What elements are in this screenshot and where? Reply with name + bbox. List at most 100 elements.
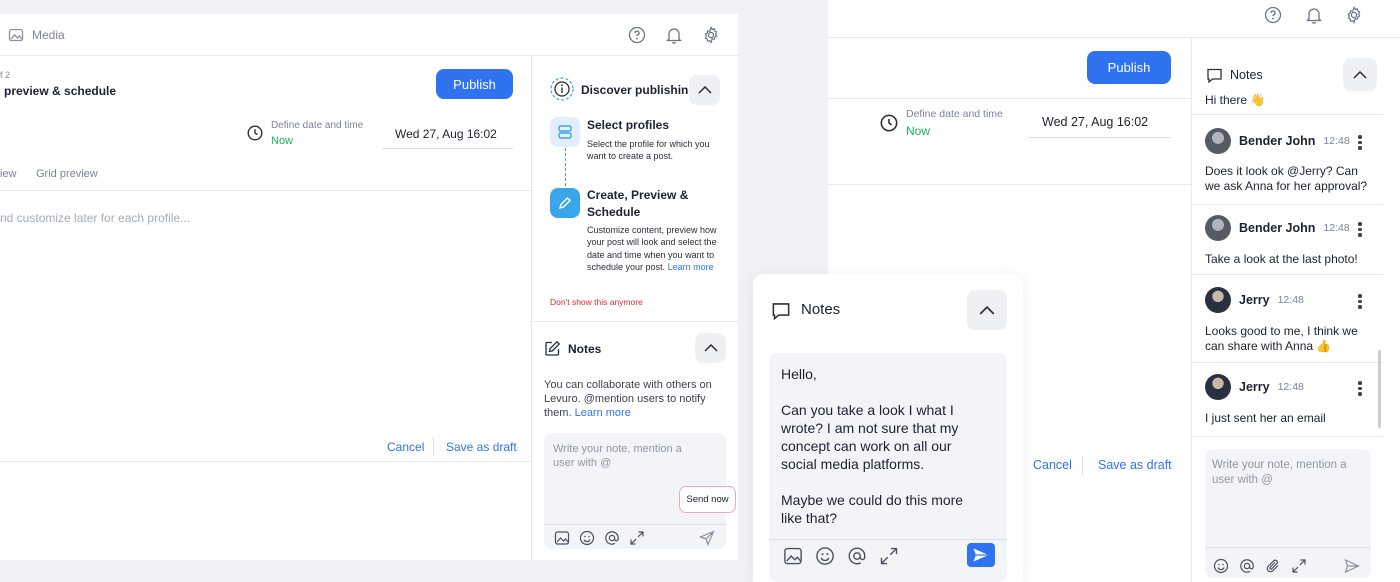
send-button[interactable]: [967, 543, 995, 567]
message-time: 12:48: [1277, 381, 1304, 393]
side-panel-border: [531, 56, 532, 560]
step-label: f 2: [0, 70, 11, 80]
help-icon[interactable]: [1264, 6, 1282, 24]
image-icon[interactable]: [554, 530, 570, 546]
discover-title: Discover publishing: [581, 83, 696, 97]
chevron-up-icon: [703, 344, 718, 352]
avatar: [1205, 128, 1231, 154]
popup-title: Notes: [801, 301, 841, 318]
notes-collapse-button[interactable]: [695, 333, 726, 363]
chevron-up-icon: [979, 305, 995, 314]
notes-title: Notes: [1230, 68, 1263, 82]
tab-grid-preview[interactable]: Grid preview: [36, 168, 98, 180]
mention-icon[interactable]: [1239, 558, 1255, 574]
comment-icon: [771, 301, 791, 321]
publish-button[interactable]: Publish: [1087, 51, 1171, 84]
chevron-up-icon: [697, 86, 712, 94]
discover-divider: [532, 321, 738, 322]
date-field[interactable]: Wed 27, Aug 16:02: [1028, 108, 1171, 138]
more-options-icon[interactable]: [1358, 379, 1362, 398]
section-divider: [828, 184, 1191, 185]
message-line: Can you take a look I what I wrote? I am…: [781, 402, 959, 472]
tab-preview[interactable]: iew: [0, 168, 17, 180]
step2-desc: Customize content, preview how your post…: [587, 224, 719, 273]
header-divider: [828, 98, 1191, 99]
send-icon[interactable]: [1344, 558, 1360, 574]
message-text: I just sent her an email: [1205, 411, 1326, 425]
message-author: Jerry: [1239, 380, 1270, 394]
notes-scrollbar[interactable]: [1378, 350, 1381, 428]
comment-icon: [1206, 67, 1223, 84]
note-message: Jerry 12:48: [1205, 287, 1304, 313]
message-time: 12:48: [1277, 294, 1304, 306]
more-options-icon[interactable]: [1358, 133, 1362, 152]
message-line-blank: [781, 473, 986, 491]
avatar: [1205, 215, 1231, 241]
message-line-blank: [781, 383, 986, 401]
notes-collapse-button[interactable]: [1343, 58, 1377, 91]
action-separator: [433, 437, 434, 455]
discover-collapse-button[interactable]: [689, 75, 720, 105]
message-text: Does it look ok @Jerry? Can we ask Anna …: [1205, 164, 1368, 193]
emoji-icon[interactable]: [579, 530, 595, 546]
expand-icon[interactable]: [1291, 558, 1307, 574]
info-icon: [550, 77, 574, 101]
mention-icon[interactable]: [847, 546, 867, 566]
bell-icon[interactable]: [666, 26, 682, 44]
note-input[interactable]: Write your note, mention a user with @: [1205, 449, 1371, 578]
define-label: Define date and time: [271, 120, 364, 131]
now-label: Now: [271, 135, 294, 147]
publish-button[interactable]: Publish: [436, 69, 513, 99]
message-author: Bender John: [1239, 134, 1316, 148]
message-line: Hello,: [781, 366, 817, 382]
save-draft-button[interactable]: Save as draft: [446, 440, 517, 454]
attachment-icon[interactable]: [1265, 558, 1281, 574]
bell-icon[interactable]: [1306, 6, 1322, 24]
mention-icon[interactable]: [604, 530, 620, 546]
note-placeholder: Write your note, mention a user with @: [553, 443, 682, 469]
gear-icon[interactable]: [702, 26, 720, 44]
cancel-button[interactable]: Cancel: [387, 440, 424, 454]
date-field[interactable]: Wed 27, Aug 16:02: [382, 122, 513, 149]
more-options-icon[interactable]: [1358, 292, 1362, 311]
dont-show-link[interactable]: Don't show this anymore: [550, 297, 643, 307]
message-time: 12:48: [1323, 135, 1350, 147]
note-toolbar-divider: [544, 524, 726, 525]
help-icon[interactable]: [628, 26, 646, 44]
emoji-icon[interactable]: [815, 546, 835, 566]
expand-icon[interactable]: [629, 530, 645, 546]
tabs-divider: [0, 190, 531, 191]
expand-icon[interactable]: [879, 546, 899, 566]
left-screen: Media f 2 preview & schedule Publish Def…: [0, 14, 738, 560]
gear-icon[interactable]: [1345, 6, 1363, 24]
note-toolbar: [1213, 558, 1307, 574]
media-label: Media: [32, 28, 65, 42]
message-divider: [1192, 362, 1383, 363]
steps-connector: [565, 148, 566, 186]
note-message: Jerry 12:48: [1205, 374, 1304, 400]
discover-learn-more-link[interactable]: Learn more: [668, 262, 714, 272]
step-title: preview & schedule: [4, 84, 117, 98]
cancel-button[interactable]: Cancel: [1033, 458, 1072, 472]
date-value: Wed 27, Aug 16:02: [1042, 115, 1149, 129]
select-profiles-icon: [550, 117, 580, 147]
message-text: Looks good to me, I think we can share w…: [1205, 324, 1358, 353]
greeting-divider: [1192, 114, 1383, 115]
note-input[interactable]: Write your note, mention a user with @ S…: [544, 433, 736, 549]
note-placeholder: Write your note, mention a user with @: [1212, 459, 1347, 486]
image-icon[interactable]: [783, 546, 803, 566]
notes-learn-more-link[interactable]: Learn more: [575, 407, 631, 419]
popup-note-editor[interactable]: Hello, Can you take a look I what I wrot…: [769, 353, 1007, 582]
send-icon[interactable]: [699, 530, 715, 546]
media-nav[interactable]: Media: [8, 27, 65, 43]
pen-icon: [550, 188, 580, 218]
emoji-icon[interactable]: [1213, 558, 1229, 574]
save-draft-button[interactable]: Save as draft: [1098, 458, 1172, 472]
popup-collapse-button[interactable]: [967, 290, 1007, 330]
more-options-icon[interactable]: [1358, 220, 1362, 239]
editor-placeholder[interactable]: nd customize later for each profile...: [0, 211, 190, 225]
edit-note-icon: [544, 340, 561, 357]
step1-title: Select profiles: [587, 118, 670, 132]
note-toolbar: [554, 530, 645, 546]
message-author: Bender John: [1239, 221, 1316, 235]
